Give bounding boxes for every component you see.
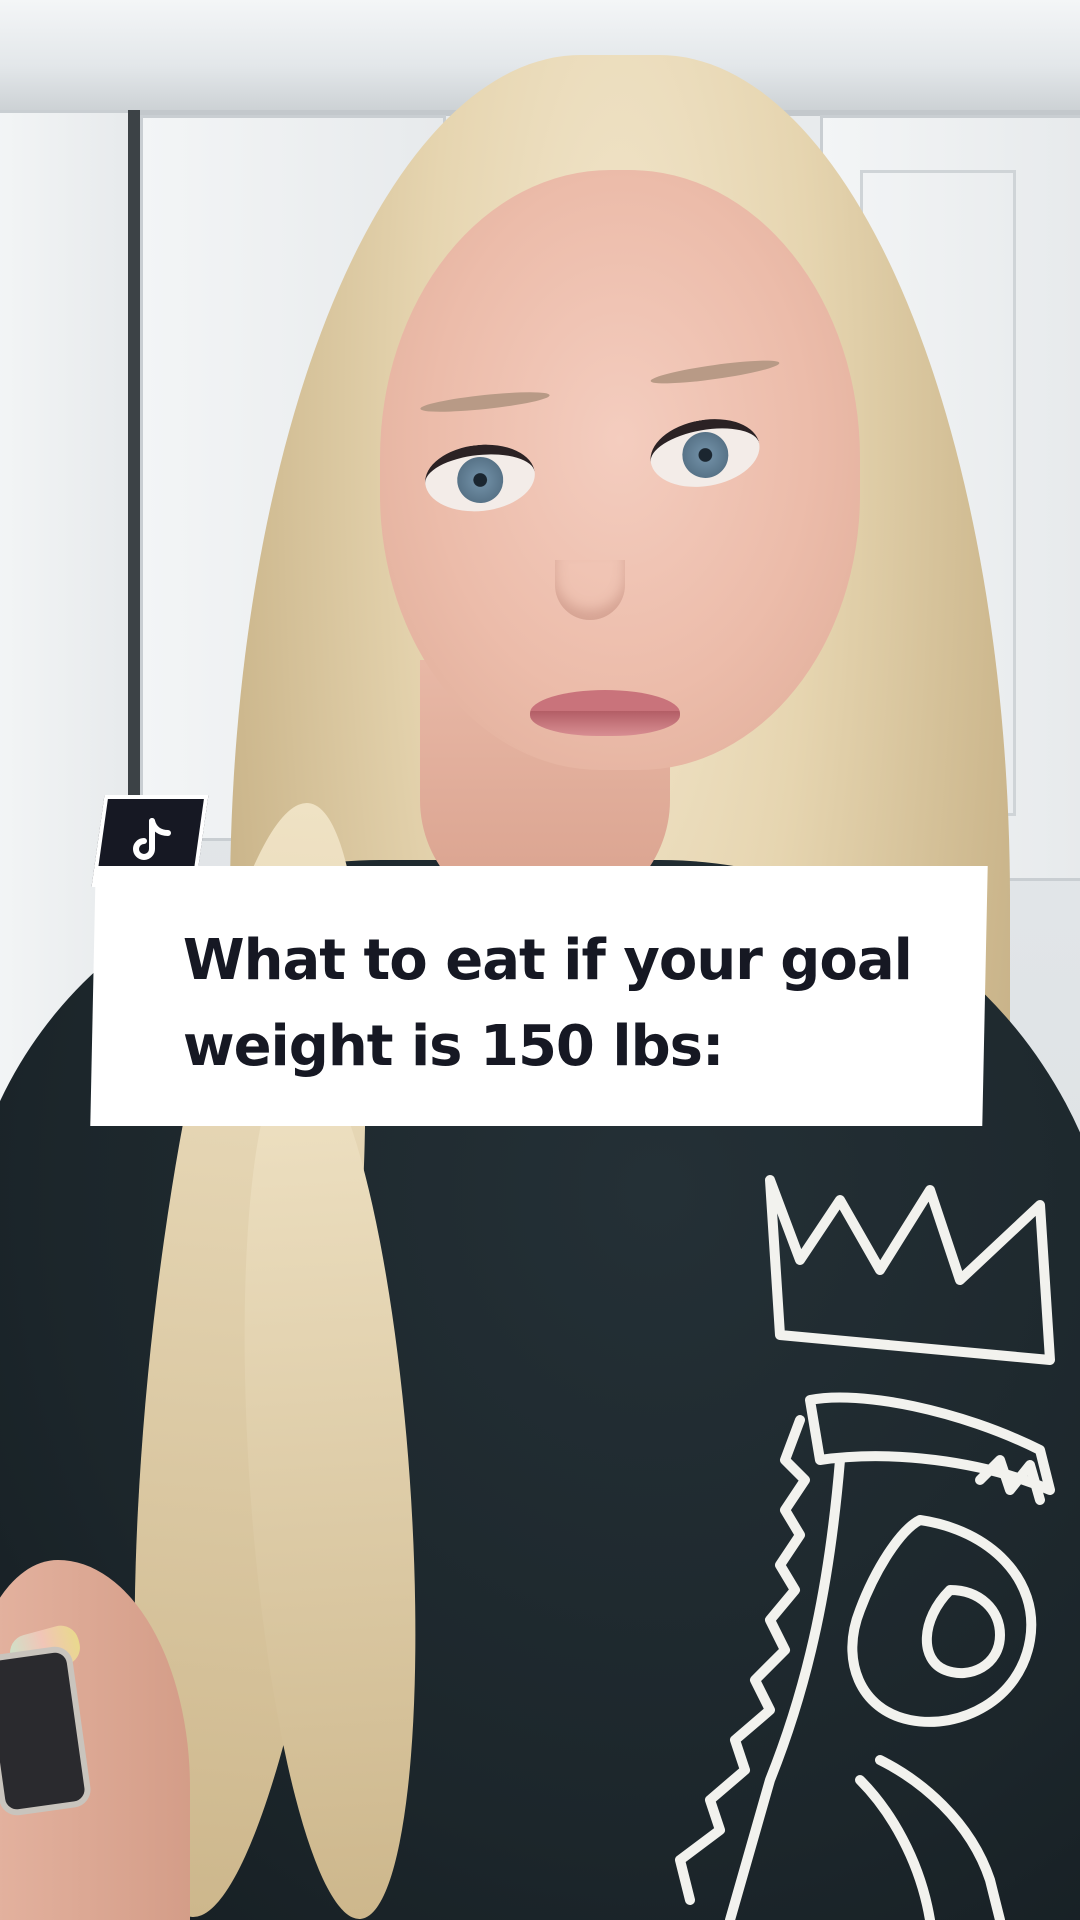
caption-card: What to eat if your goal weight is 150 l… bbox=[90, 866, 988, 1126]
caption-text: What to eat if your goal weight is 150 l… bbox=[182, 928, 912, 1079]
tiktok-note-icon bbox=[133, 818, 171, 860]
crown-dinosaur-print bbox=[675, 1175, 1055, 1920]
lips bbox=[530, 690, 680, 736]
